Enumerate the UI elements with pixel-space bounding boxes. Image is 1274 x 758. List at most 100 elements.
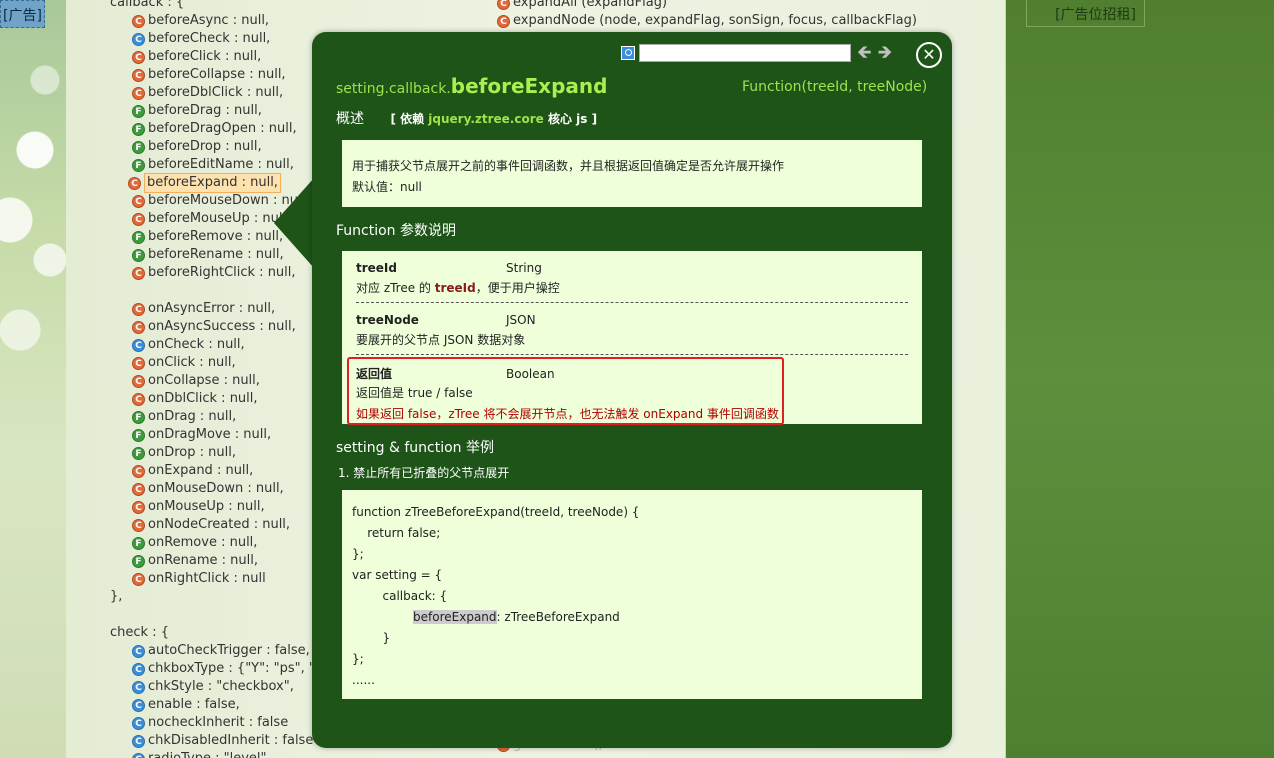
api-list-item[interactable]: CbeforeDblClick : null, — [110, 84, 325, 102]
param-type: String — [506, 261, 542, 275]
api-title: setting.callback.beforeExpand — [336, 74, 607, 98]
api-item-label: onDrop : null, — [148, 445, 236, 460]
search-icon[interactable] — [621, 46, 635, 60]
callback-icon: C — [132, 734, 145, 748]
api-list-item[interactable]: CbeforeClick : null, — [110, 48, 325, 66]
api-item-label: onMouseUp : null, — [148, 499, 265, 514]
api-list-item[interactable]: CradioType : "level" — [110, 750, 325, 758]
dependency-link[interactable]: jquery.ztree.core — [428, 112, 543, 126]
api-item-label: onCheck : null, — [148, 337, 245, 352]
api-item-label: onDragMove : null, — [148, 427, 272, 442]
api-list-item[interactable]: FbeforeDrag : null, — [110, 102, 325, 120]
api-item-label: radioType : "level" — [148, 750, 267, 758]
api-item-label: onMouseDown : null, — [148, 481, 284, 496]
api-item-label: onDblClick : null, — [148, 391, 258, 406]
api-list-item[interactable]: FbeforeDragOpen : null, — [110, 120, 325, 138]
arrow-right-icon[interactable]: 🡺 — [878, 44, 893, 62]
api-list-item[interactable]: CchkStyle : "checkbox", — [110, 678, 325, 696]
api-item-label: beforeEditName : null, — [148, 157, 294, 172]
callback-icon: C — [132, 32, 145, 46]
callback-icon: C — [132, 500, 145, 514]
api-list-item[interactable]: CexpandAll (expandFlag) — [497, 0, 917, 12]
api-item-label: onRightClick : null — [148, 571, 266, 586]
callback-icon: C — [497, 14, 510, 28]
api-list-item[interactable]: FonRename : null, — [110, 552, 325, 570]
param-type: JSON — [506, 313, 536, 327]
api-list-item[interactable]: CbeforeAsync : null, — [110, 12, 325, 30]
api-item-label: onExpand : null, — [148, 463, 254, 478]
callback-icon: C — [132, 212, 145, 226]
api-item-label: nocheckInherit : false — [148, 715, 289, 730]
overview-label: 概述 — [336, 111, 364, 127]
api-list-item[interactable]: ConExpand : null, — [110, 462, 325, 480]
function-icon: F — [132, 140, 145, 154]
api-list-item[interactable]: Cenable : false, — [110, 696, 325, 714]
api-list-item[interactable] — [110, 282, 325, 300]
return-highlight-box — [347, 357, 784, 425]
callback-icon: C — [132, 464, 145, 478]
api-list-item[interactable]: CbeforeCollapse : null, — [110, 66, 325, 84]
api-item-label: chkStyle : "checkbox", — [148, 679, 294, 694]
callback-icon: C — [132, 194, 145, 208]
param-desc: 对应 zTree 的 treeId，便于用户操控 — [356, 281, 560, 295]
left-decor-strip — [0, 0, 66, 758]
callback-icon: C — [132, 752, 145, 758]
search-input[interactable] — [639, 44, 851, 62]
function-icon: F — [132, 104, 145, 118]
api-list-item[interactable]: ConMouseUp : null, — [110, 498, 325, 516]
api-item-label: beforeAsync : null, — [148, 13, 270, 28]
api-list-item[interactable]: ConAsyncError : null, — [110, 300, 325, 318]
api-item-label: beforeDrop : null, — [148, 139, 262, 154]
api-list-item[interactable]: FonRemove : null, — [110, 534, 325, 552]
api-list-item[interactable]: ConAsyncSuccess : null, — [110, 318, 325, 336]
api-list-item[interactable]: ConDblClick : null, — [110, 390, 325, 408]
api-list-item[interactable]: FonDrop : null, — [110, 444, 325, 462]
check-header: check : { — [110, 625, 169, 640]
api-list-item[interactable]: FonDragMove : null, — [110, 426, 325, 444]
api-list-item[interactable]: ConCheck : null, — [110, 336, 325, 354]
callback-icon: C — [132, 680, 145, 694]
callback-api-list: callback : { CbeforeAsync : null, Cbefore… — [110, 0, 325, 758]
api-list-item[interactable]: CbeforeCheck : null, — [110, 30, 325, 48]
api-list-item[interactable]: FbeforeDrop : null, — [110, 138, 325, 156]
callback-icon: C — [132, 302, 145, 316]
api-list-item[interactable]: FbeforeEditName : null, — [110, 156, 325, 174]
right-ad-box[interactable]: [广告位招租] — [1026, 0, 1145, 27]
api-item-label: beforeClick : null, — [148, 49, 262, 64]
function-icon: F — [132, 410, 145, 424]
code-line: }; — [352, 652, 364, 666]
api-list-item[interactable]: ConCollapse : null, — [110, 372, 325, 390]
callback-icon: C — [132, 320, 145, 334]
api-item-label: chkDisabledInherit : false — [148, 733, 314, 748]
close-icon[interactable]: ✕ — [916, 42, 942, 68]
arrow-left-icon[interactable]: 🡸 — [857, 44, 872, 62]
api-list-item[interactable]: ConNodeCreated : null, — [110, 516, 325, 534]
api-item-label: expandNode (node, expandFlag, sonSign, f… — [513, 13, 917, 28]
code-line: var setting = { — [352, 568, 443, 582]
api-list-item[interactable]: CexpandNode (node, expandFlag, sonSign, … — [497, 12, 917, 30]
api-list-item[interactable]: CautoCheckTrigger : false, — [110, 642, 325, 660]
api-list-item[interactable]: ConMouseDown : null, — [110, 480, 325, 498]
api-item-label: beforeDragOpen : null, — [148, 121, 297, 136]
param-name: treeId — [356, 261, 397, 275]
callback-icon: C — [497, 0, 510, 10]
api-list-item[interactable]: FonDrag : null, — [110, 408, 325, 426]
api-item-label: onCollapse : null, — [148, 373, 260, 388]
api-item-label: beforeRemove : null, — [148, 229, 284, 244]
api-list-item[interactable]: CchkboxType : {"Y": "ps", "N — [110, 660, 325, 678]
code-highlight: beforeExpand — [413, 610, 497, 624]
api-list-item[interactable]: CchkDisabledInherit : false — [110, 732, 325, 750]
api-list-item[interactable]: ConRightClick : null — [110, 570, 325, 588]
api-list-item[interactable]: CnocheckInherit : false — [110, 714, 325, 732]
default-value: 默认值：null — [352, 180, 422, 194]
code-line: ...... — [352, 673, 375, 687]
api-item-label: beforeRename : null, — [148, 247, 284, 262]
code-line: callback: { — [352, 589, 448, 603]
api-list-item[interactable]: ConClick : null, — [110, 354, 325, 372]
api-title-name: beforeExpand — [450, 74, 608, 98]
overlay-search: 🡸 🡺 — [621, 44, 892, 62]
function-icon: F — [132, 554, 145, 568]
left-ad-tag[interactable]: [广告] — [0, 0, 45, 28]
example-code-box: function zTreeBeforeExpand(treeId, treeN… — [342, 490, 922, 699]
api-item-label: beforeCheck : null, — [148, 31, 271, 46]
